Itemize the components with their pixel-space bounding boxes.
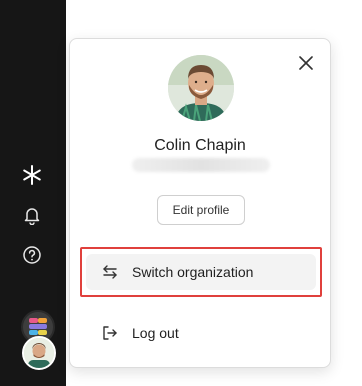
profile-email-redacted xyxy=(132,158,270,172)
bell-icon[interactable] xyxy=(21,204,43,226)
log-out-item[interactable]: Log out xyxy=(86,315,316,351)
sidebar xyxy=(0,0,66,386)
asterisk-icon[interactable] xyxy=(21,164,43,186)
profile-name: Colin Chapin xyxy=(154,137,246,154)
profile-avatar xyxy=(168,55,234,121)
help-icon[interactable] xyxy=(21,244,43,266)
highlight-box xyxy=(80,247,322,297)
logout-icon xyxy=(100,323,120,343)
log-out-label: Log out xyxy=(132,325,179,341)
close-icon[interactable] xyxy=(296,53,316,73)
profile-menu: Colin Chapin Edit profile Switch organiz… xyxy=(69,38,331,368)
user-avatar[interactable] xyxy=(22,336,56,370)
edit-profile-button[interactable]: Edit profile xyxy=(157,195,245,225)
